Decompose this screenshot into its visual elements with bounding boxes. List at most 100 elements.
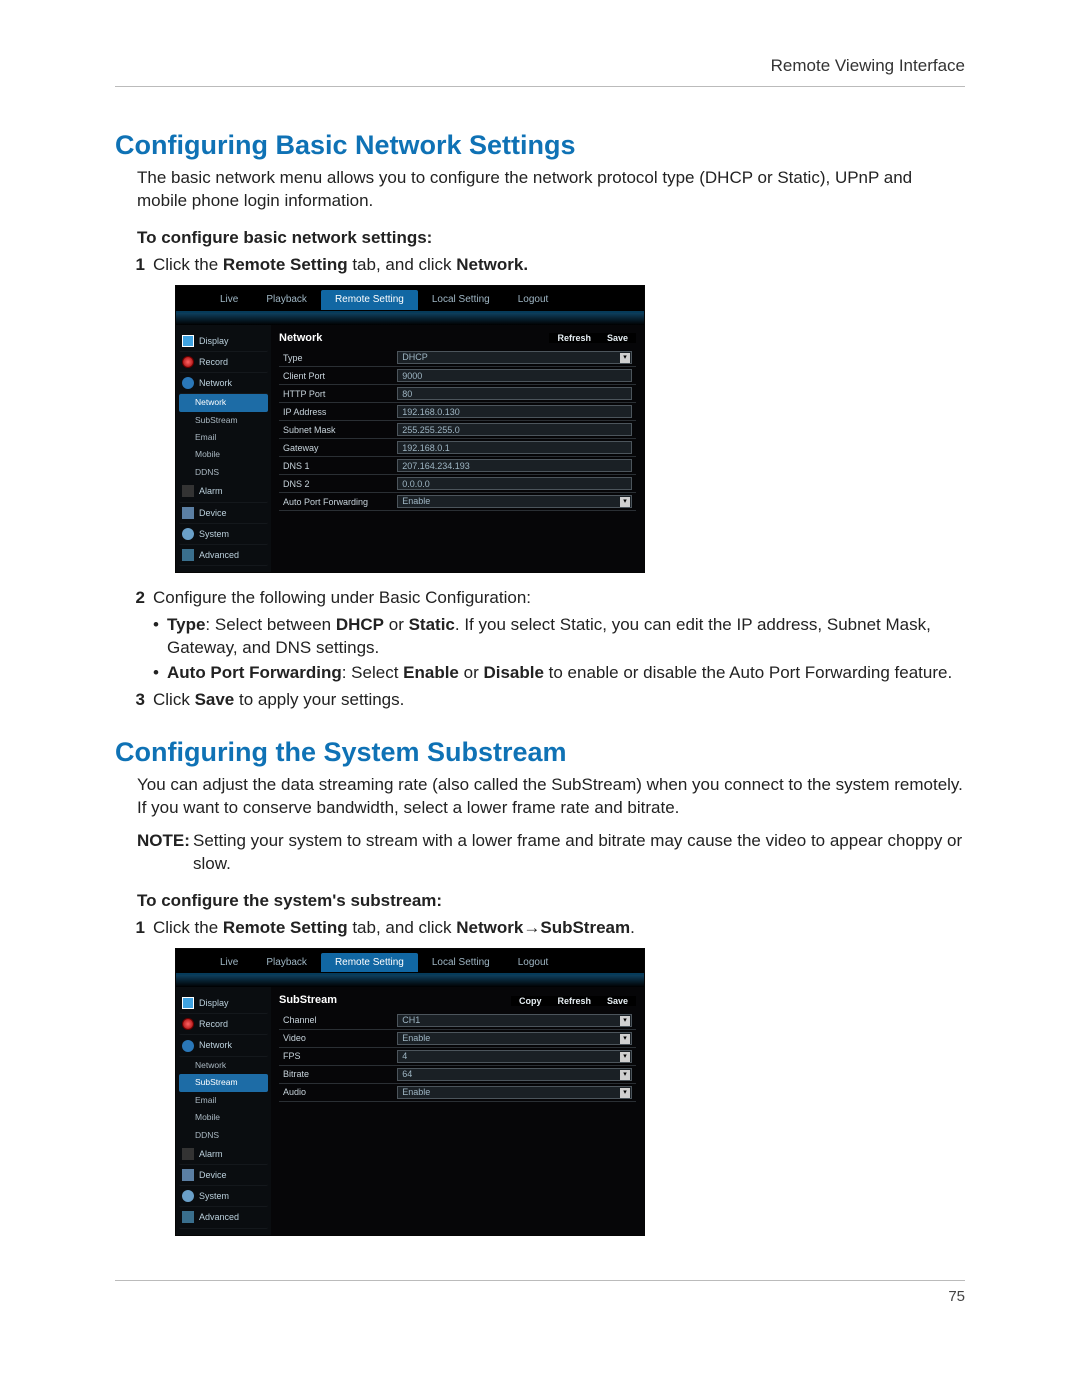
tab-bar: Live Playback Remote Setting Local Setti… xyxy=(176,949,644,976)
sidebar-sub-substream[interactable]: SubStream xyxy=(179,1074,268,1091)
refresh-button[interactable]: Refresh xyxy=(549,333,599,343)
s1-step2: 2 Configure the following under Basic Co… xyxy=(115,587,965,685)
text-bold: Save xyxy=(195,690,235,709)
sidebar-item-system[interactable]: System xyxy=(179,1186,268,1207)
sidebar-item-label: Record xyxy=(199,356,228,368)
sidebar-item-record[interactable]: Record xyxy=(179,1014,268,1035)
channel-select[interactable]: CH1▾ xyxy=(397,1014,632,1027)
sidebar-sub-ddns[interactable]: DDNS xyxy=(179,464,268,481)
sidebar-item-label: System xyxy=(199,528,229,540)
apf-select[interactable]: Enable▾ xyxy=(397,495,632,508)
sidebar-item-label: Device xyxy=(199,1169,227,1181)
tab-local-setting[interactable]: Local Setting xyxy=(418,290,504,310)
text-bold: Remote Setting xyxy=(223,255,348,274)
sidebar-sub-email[interactable]: Email xyxy=(179,1092,268,1109)
advanced-icon xyxy=(182,549,194,561)
select-value: Enable xyxy=(402,1033,430,1044)
copy-button[interactable]: Copy xyxy=(511,996,550,1006)
sidebar-item-alarm[interactable]: Alarm xyxy=(179,1144,268,1165)
sidebar-item-device[interactable]: Device xyxy=(179,1165,268,1186)
sidebar-item-label: Record xyxy=(199,1018,228,1030)
text: or xyxy=(384,615,409,634)
label-audio: Audio xyxy=(279,1084,393,1102)
sidebar-item-device[interactable]: Device xyxy=(179,503,268,524)
sidebar-sub-ddns[interactable]: DDNS xyxy=(179,1127,268,1144)
sidebar-item-system[interactable]: System xyxy=(179,524,268,545)
sidebar-sub-network[interactable]: Network xyxy=(179,1057,268,1074)
tab-logout[interactable]: Logout xyxy=(504,953,563,973)
chevron-down-icon: ▾ xyxy=(620,353,630,363)
save-button[interactable]: Save xyxy=(599,333,636,343)
display-icon xyxy=(182,335,194,347)
select-value: Enable xyxy=(402,1087,430,1098)
sidebar-item-advanced[interactable]: Advanced xyxy=(179,1207,268,1228)
type-select[interactable]: DHCP▾ xyxy=(397,351,632,364)
s1-step3: 3 Click Save to apply your settings. xyxy=(115,689,965,712)
dns2-input[interactable]: 0.0.0.0 xyxy=(397,477,632,490)
sidebar-item-alarm[interactable]: Alarm xyxy=(179,481,268,502)
text-bold: Static xyxy=(409,615,455,634)
ip-input[interactable]: 192.168.0.130 xyxy=(397,405,632,418)
section2-subhead: To configure the system's substream: xyxy=(137,890,965,913)
text: Click the xyxy=(153,918,223,937)
panel-title: Network xyxy=(279,331,322,346)
audio-select[interactable]: Enable▾ xyxy=(397,1086,632,1099)
refresh-button[interactable]: Refresh xyxy=(549,996,599,1006)
sidebar-sub-mobile[interactable]: Mobile xyxy=(179,1109,268,1126)
advanced-icon xyxy=(182,1211,194,1223)
label-fps: FPS xyxy=(279,1048,393,1066)
sidebar-item-display[interactable]: Display xyxy=(179,331,268,352)
tab-remote-setting[interactable]: Remote Setting xyxy=(321,290,418,310)
network-icon xyxy=(182,1040,194,1052)
section1-intro: The basic network menu allows you to con… xyxy=(137,167,965,213)
tab-remote-setting[interactable]: Remote Setting xyxy=(321,953,418,973)
tab-live[interactable]: Live xyxy=(206,290,252,310)
tab-bar: Live Playback Remote Setting Local Setti… xyxy=(176,286,644,313)
save-button[interactable]: Save xyxy=(599,996,636,1006)
fps-select[interactable]: 4▾ xyxy=(397,1050,632,1063)
label-bitrate: Bitrate xyxy=(279,1066,393,1084)
text-bold: Network→SubStream xyxy=(456,918,630,937)
network-form: TypeDHCP▾ Client Port9000 HTTP Port80 IP… xyxy=(279,349,636,511)
text: Click xyxy=(153,690,195,709)
s1-step1: 1 Click the Remote Setting tab, and clic… xyxy=(115,254,965,573)
client-port-input[interactable]: 9000 xyxy=(397,369,632,382)
sidebar-sub-network[interactable]: Network xyxy=(179,394,268,411)
sidebar-item-advanced[interactable]: Advanced xyxy=(179,545,268,566)
tab-local-setting[interactable]: Local Setting xyxy=(418,953,504,973)
label-client-port: Client Port xyxy=(279,367,393,385)
screenshot-network: Live Playback Remote Setting Local Setti… xyxy=(175,285,645,573)
device-icon xyxy=(182,507,194,519)
sidebar-sub-mobile[interactable]: Mobile xyxy=(179,446,268,463)
video-select[interactable]: Enable▾ xyxy=(397,1032,632,1045)
tab-logout[interactable]: Logout xyxy=(504,290,563,310)
screenshot-substream: Live Playback Remote Setting Local Setti… xyxy=(175,948,645,1236)
text: : Select xyxy=(342,663,403,682)
sidebar-sub-substream[interactable]: SubStream xyxy=(179,412,268,429)
sidebar-sub-email[interactable]: Email xyxy=(179,429,268,446)
sidebar-item-record[interactable]: Record xyxy=(179,352,268,373)
label-channel: Channel xyxy=(279,1012,393,1030)
subnet-input[interactable]: 255.255.255.0 xyxy=(397,423,632,436)
tab-playback[interactable]: Playback xyxy=(252,953,321,973)
chevron-down-icon: ▾ xyxy=(620,1070,630,1080)
dns1-input[interactable]: 207.164.234.193 xyxy=(397,459,632,472)
note-lead: NOTE: xyxy=(137,830,190,853)
settings-content: Network Refresh Save Type DHCP▾ Client Po… xyxy=(271,325,644,572)
bitrate-select[interactable]: 64▾ xyxy=(397,1068,632,1081)
sidebar-item-network[interactable]: Network xyxy=(179,373,268,394)
substream-form: ChannelCH1▾ VideoEnable▾ FPS4▾ Bitrate64… xyxy=(279,1012,636,1102)
chevron-down-icon: ▾ xyxy=(620,497,630,507)
label-type: Type xyxy=(279,349,393,367)
text: tab, and click xyxy=(348,255,457,274)
gateway-input[interactable]: 192.168.0.1 xyxy=(397,441,632,454)
tab-live[interactable]: Live xyxy=(206,953,252,973)
note-body: Setting your system to stream with a low… xyxy=(193,830,965,876)
sidebar-item-display[interactable]: Display xyxy=(179,993,268,1014)
header-rule xyxy=(115,86,965,87)
http-port-input[interactable]: 80 xyxy=(397,387,632,400)
tab-playback[interactable]: Playback xyxy=(252,290,321,310)
sidebar-item-network[interactable]: Network xyxy=(179,1035,268,1056)
text-bold: Network. xyxy=(456,255,528,274)
chevron-down-icon: ▾ xyxy=(620,1016,630,1026)
